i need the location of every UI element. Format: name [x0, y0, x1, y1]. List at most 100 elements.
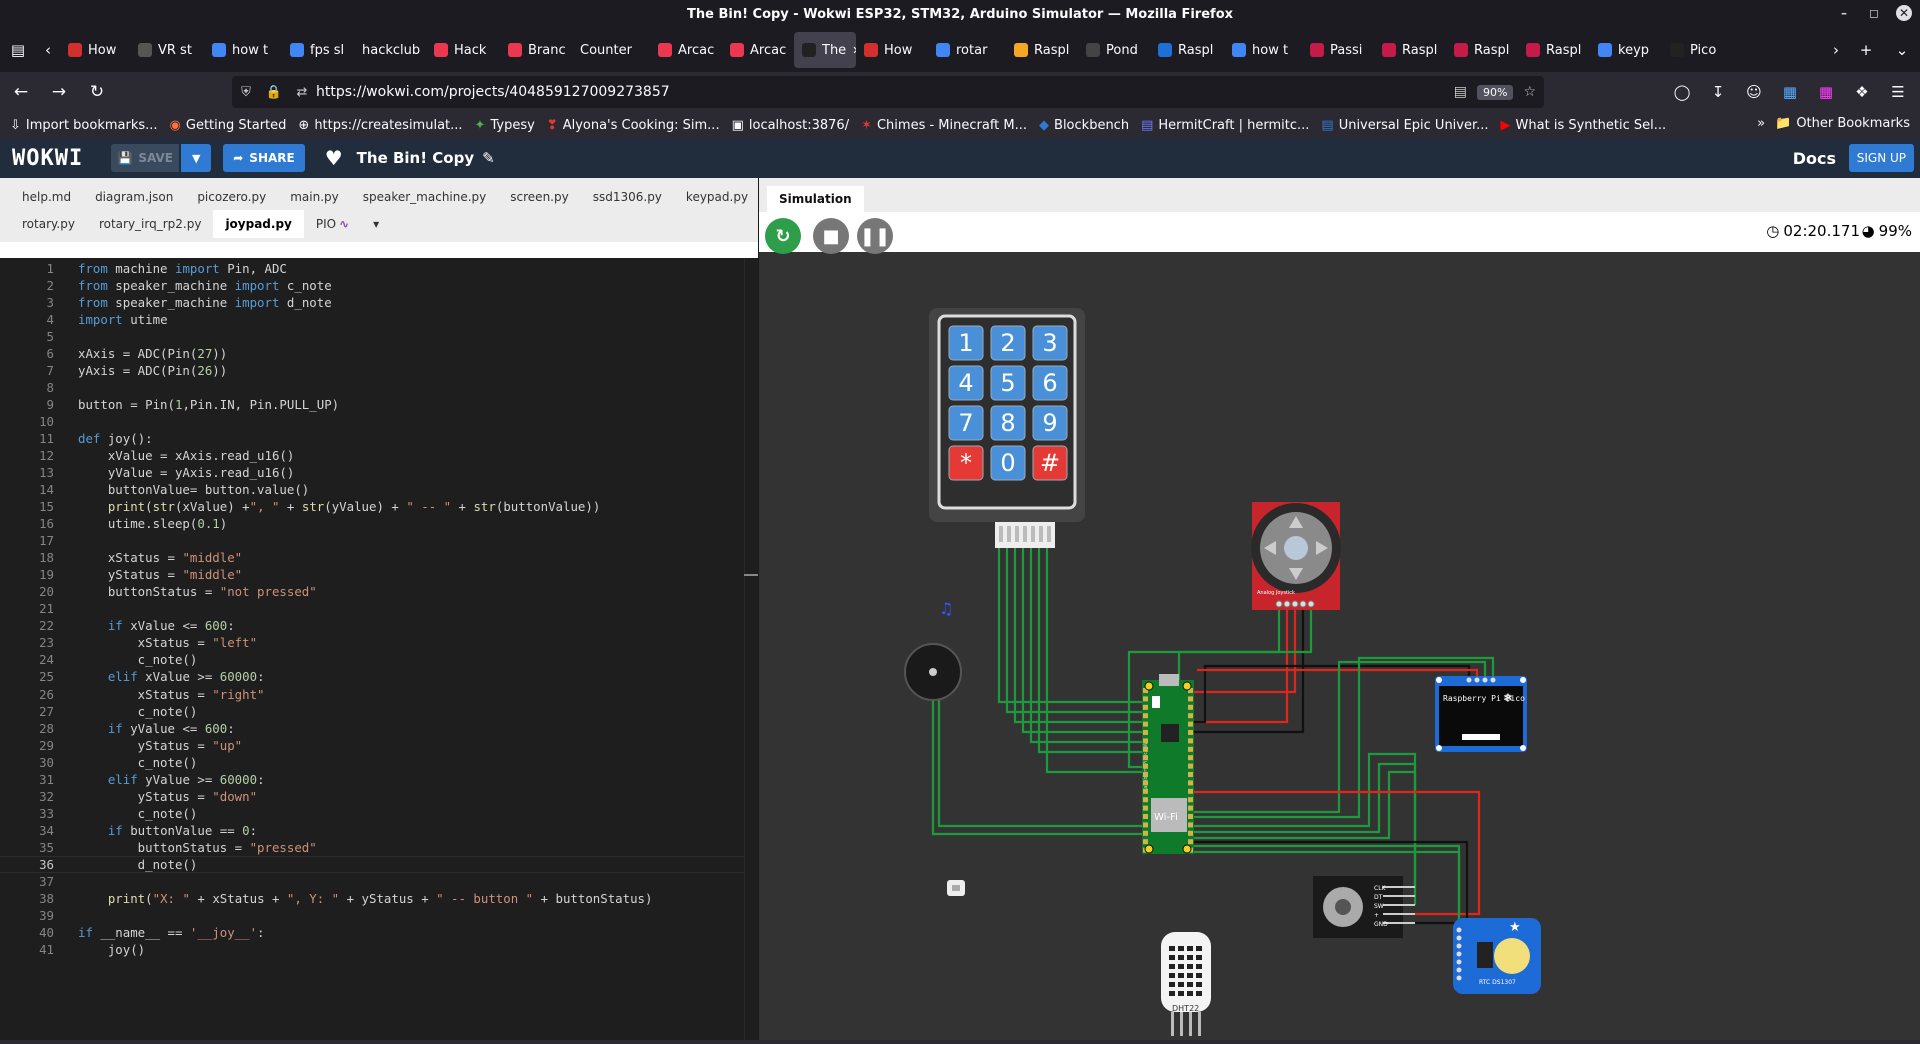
buzzer[interactable]: ♫ — [904, 599, 962, 701]
browser-tab[interactable]: VR st — [130, 32, 204, 68]
keypad-key[interactable]: 5 — [990, 365, 1026, 401]
bookmark-item[interactable]: ▤ Universal Epic Univer... — [1321, 118, 1488, 133]
keypad-key[interactable]: 3 — [1032, 325, 1068, 361]
file-tab[interactable]: screen.py — [498, 184, 580, 210]
code-line[interactable]: 23 xStatus = "left" — [0, 634, 744, 651]
code-line[interactable]: 41 joy() — [0, 941, 744, 958]
code-line[interactable]: 10 — [0, 413, 744, 430]
downloads-icon[interactable]: ↧ — [1702, 76, 1734, 108]
file-tab[interactable]: keypad.py — [674, 184, 760, 210]
ssd1306-oled[interactable]: Raspberry Pi Pico ❄ — [1435, 676, 1527, 752]
code-line[interactable]: 8 — [0, 379, 744, 396]
code-line[interactable]: 28 if yValue <= 600: — [0, 720, 744, 737]
code-line[interactable]: 17 — [0, 532, 744, 549]
zoom-level[interactable]: 90% — [1476, 84, 1514, 100]
pause-icon[interactable]: ❚❚ — [857, 218, 893, 254]
project-title[interactable]: The Bin! Copy — [357, 149, 474, 167]
keypad-key[interactable]: 2 — [990, 325, 1026, 361]
code-line[interactable]: 31 elif yValue >= 60000: — [0, 771, 744, 788]
browser-tab[interactable]: How — [856, 32, 928, 68]
restart-icon[interactable]: ↻ — [765, 218, 801, 254]
keypad-key[interactable]: * — [948, 445, 984, 481]
signup-button[interactable]: SIGN UP — [1848, 144, 1914, 172]
extensions-icon[interactable]: ❖ — [1846, 76, 1878, 108]
url-bar[interactable]: ⛨ 🔒 ⇄ https://wokwi.com/projects/4048591… — [232, 76, 1544, 108]
browser-tab[interactable]: rotar — [928, 32, 1006, 68]
file-tab[interactable]: rotary.py — [10, 211, 87, 237]
close-window-icon[interactable]: ✕ — [1896, 5, 1912, 21]
code-line[interactable]: 4 import utime — [0, 311, 744, 328]
keypad-key[interactable]: 8 — [990, 405, 1026, 441]
browser-tab[interactable]: Passi — [1302, 32, 1374, 68]
new-tab-icon[interactable]: + — [1848, 32, 1884, 68]
browser-tab[interactable]: keyp — [1590, 32, 1662, 68]
code-line[interactable]: 34 if buttonValue == 0: — [0, 822, 744, 839]
raspberry-pi-pico-w[interactable]: Wi-Fi Raspberry Pi Pico W — [1142, 674, 1194, 854]
back-icon[interactable]: ← — [4, 76, 38, 108]
browser-tab[interactable]: Pico — [1662, 32, 1734, 68]
extension-icon[interactable]: ▦ — [1810, 76, 1842, 108]
code-line[interactable]: 16 utime.sleep(0.1) — [0, 515, 744, 532]
account-icon[interactable]: ☺ — [1738, 76, 1770, 108]
small-component[interactable] — [947, 880, 965, 896]
file-tab[interactable]: diagram.json — [83, 184, 185, 210]
browser-tab[interactable]: Raspl — [1446, 32, 1518, 68]
tabs-scroll-left-icon[interactable]: ‹ — [36, 32, 60, 68]
permissions-icon[interactable]: ⇄ — [288, 85, 316, 100]
code-line[interactable]: 37 — [0, 873, 744, 890]
bookmark-item[interactable]: ▤ HermitCraft | hermitc... — [1141, 118, 1309, 133]
file-tab[interactable]: rotary_irq_rp2.py — [87, 211, 214, 237]
share-button[interactable]: ➦ SHARE — [223, 144, 305, 172]
browser-tab[interactable]: Raspl — [1518, 32, 1590, 68]
extension-badge-icon[interactable]: ▦ — [1774, 76, 1806, 108]
browser-tab[interactable]: How — [60, 32, 130, 68]
reader-view-icon[interactable]: ▤ — [1454, 84, 1467, 100]
file-tab[interactable]: speaker_machine.py — [351, 184, 499, 210]
forward-icon[interactable]: → — [42, 76, 76, 108]
browser-tab[interactable]: The✕ — [794, 32, 856, 68]
editor-scrollbar[interactable] — [744, 258, 758, 1040]
tab-overview-icon[interactable]: ▤ — [0, 32, 36, 68]
keypad-key[interactable]: 1 — [948, 325, 984, 361]
lock-icon[interactable]: 🔒 — [260, 85, 288, 100]
browser-tab[interactable]: Counter — [572, 32, 650, 68]
code-line[interactable]: 2 from speaker_machine import c_note — [0, 277, 744, 294]
keypad-key[interactable]: # — [1032, 445, 1068, 481]
bookmark-star-icon[interactable]: ☆ — [1523, 84, 1536, 100]
keypad-key[interactable]: 9 — [1032, 405, 1068, 441]
shield-icon[interactable]: ⛨ — [232, 85, 260, 100]
browser-tab[interactable]: Branc — [500, 32, 572, 68]
code-line[interactable]: 24 c_note() — [0, 651, 744, 668]
code-line[interactable]: 25 elif xValue >= 60000: — [0, 668, 744, 685]
tabs-scroll-right-icon[interactable]: › — [1824, 32, 1848, 68]
browser-tab[interactable]: Hack — [426, 32, 500, 68]
file-tab[interactable]: ssd1306.py — [581, 184, 674, 210]
bookmark-item[interactable]: ❣ Alyona's Cooking: Sim... — [547, 118, 720, 133]
tab-simulation[interactable]: Simulation — [767, 186, 864, 212]
code-line[interactable]: 38 print("X: " + xStatus + ", Y: " + ySt… — [0, 890, 744, 907]
minimize-icon[interactable]: – — [1836, 5, 1852, 21]
code-line[interactable]: 29 yStatus = "up" — [0, 737, 744, 754]
file-tab[interactable]: help.md — [10, 184, 83, 210]
code-line[interactable]: 26 xStatus = "right" — [0, 686, 744, 703]
code-line[interactable]: 12 xValue = xAxis.read_u16() — [0, 447, 744, 464]
keypad-key[interactable]: 7 — [948, 405, 984, 441]
circuit-diagram[interactable]: 1 2 34 5 67 8 9* 0 # ♫ Analog Joystick W… — [759, 252, 1920, 1040]
wokwi-logo[interactable]: WOKWI — [12, 146, 83, 171]
file-tab[interactable]: main.py — [278, 184, 351, 210]
code-line[interactable]: 30 c_note() — [0, 754, 744, 771]
url-text[interactable]: https://wokwi.com/projects/4048591270092… — [316, 84, 670, 100]
code-line[interactable]: 7 yAxis = ADC(Pin(26)) — [0, 362, 744, 379]
code-line[interactable]: 19 yStatus = "middle" — [0, 566, 744, 583]
simulation-canvas[interactable]: 1 2 3 4 5 6 7 8 9 * 0 # ♫ Analog Joystick — [759, 252, 1920, 1040]
code-line[interactable]: 39 — [0, 907, 744, 924]
bookmark-item[interactable]: ▣ localhost:3876/ — [732, 118, 850, 133]
code-line[interactable]: 27 c_note() — [0, 703, 744, 720]
code-line[interactable]: 40 if __name__ == '__joy__': — [0, 924, 744, 941]
dht22-sensor[interactable]: DHT22 — [1161, 932, 1211, 1036]
other-bookmarks[interactable]: 📁 Other Bookmarks — [1775, 116, 1910, 131]
pocket-icon[interactable]: ◯ — [1666, 76, 1698, 108]
like-heart-icon[interactable]: ♥ — [325, 146, 343, 170]
browser-tab[interactable]: how t — [1224, 32, 1302, 68]
bootsel-button[interactable] — [1152, 696, 1160, 708]
